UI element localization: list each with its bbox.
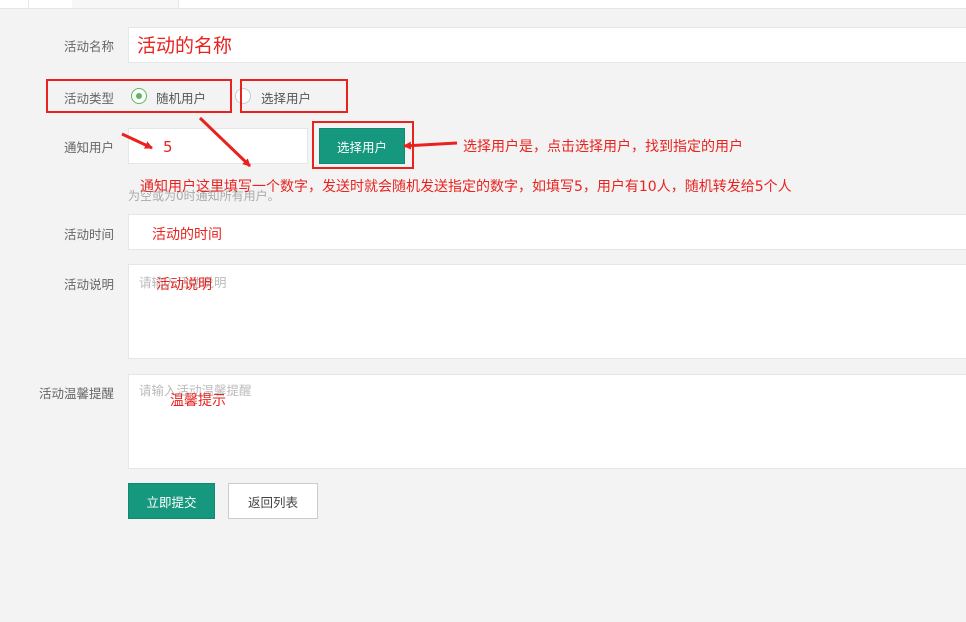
- type-label: 活动类型: [63, 91, 114, 106]
- annotation-notify-value: 5: [163, 138, 173, 156]
- annotation-reminder: 温馨提示: [170, 393, 226, 409]
- description-label: 活动说明: [63, 277, 114, 292]
- annotation-select-user: 选择用户是，点击选择用户，找到指定的用户: [463, 139, 743, 155]
- top-tab-bar: [0, 0, 966, 9]
- notify-label: 通知用户: [63, 140, 114, 155]
- time-label: 活动时间: [63, 227, 114, 242]
- time-input[interactable]: [128, 214, 966, 250]
- name-input[interactable]: [128, 27, 966, 63]
- name-label: 活动名称: [63, 39, 114, 54]
- annotation-time: 活动的时间: [152, 227, 222, 243]
- radio-select-user[interactable]: [235, 88, 251, 104]
- tab[interactable]: [0, 0, 29, 8]
- back-to-list-button[interactable]: 返回列表: [228, 483, 318, 519]
- annotation-description: 活动说明: [156, 277, 212, 293]
- radio-random-user[interactable]: [131, 88, 147, 104]
- submit-button[interactable]: 立即提交: [128, 483, 215, 519]
- description-textarea[interactable]: [128, 264, 966, 359]
- annotation-name: 活动的名称: [137, 35, 233, 57]
- reminder-textarea[interactable]: [128, 374, 966, 469]
- select-user-button[interactable]: 选择用户: [319, 128, 405, 164]
- annotation-notify: 通知用户这里填写一个数字，发送时就会随机发送指定的数字，如填写5，用户有10人，…: [140, 179, 792, 195]
- reminder-label: 活动温馨提醒: [38, 386, 114, 401]
- arrow-to-select-button: [403, 141, 458, 150]
- radio-select-user-label: 选择用户: [261, 91, 312, 106]
- tab[interactable]: [72, 0, 179, 8]
- radio-random-user-label: 随机用户: [156, 91, 207, 106]
- notify-count-input[interactable]: [128, 128, 308, 164]
